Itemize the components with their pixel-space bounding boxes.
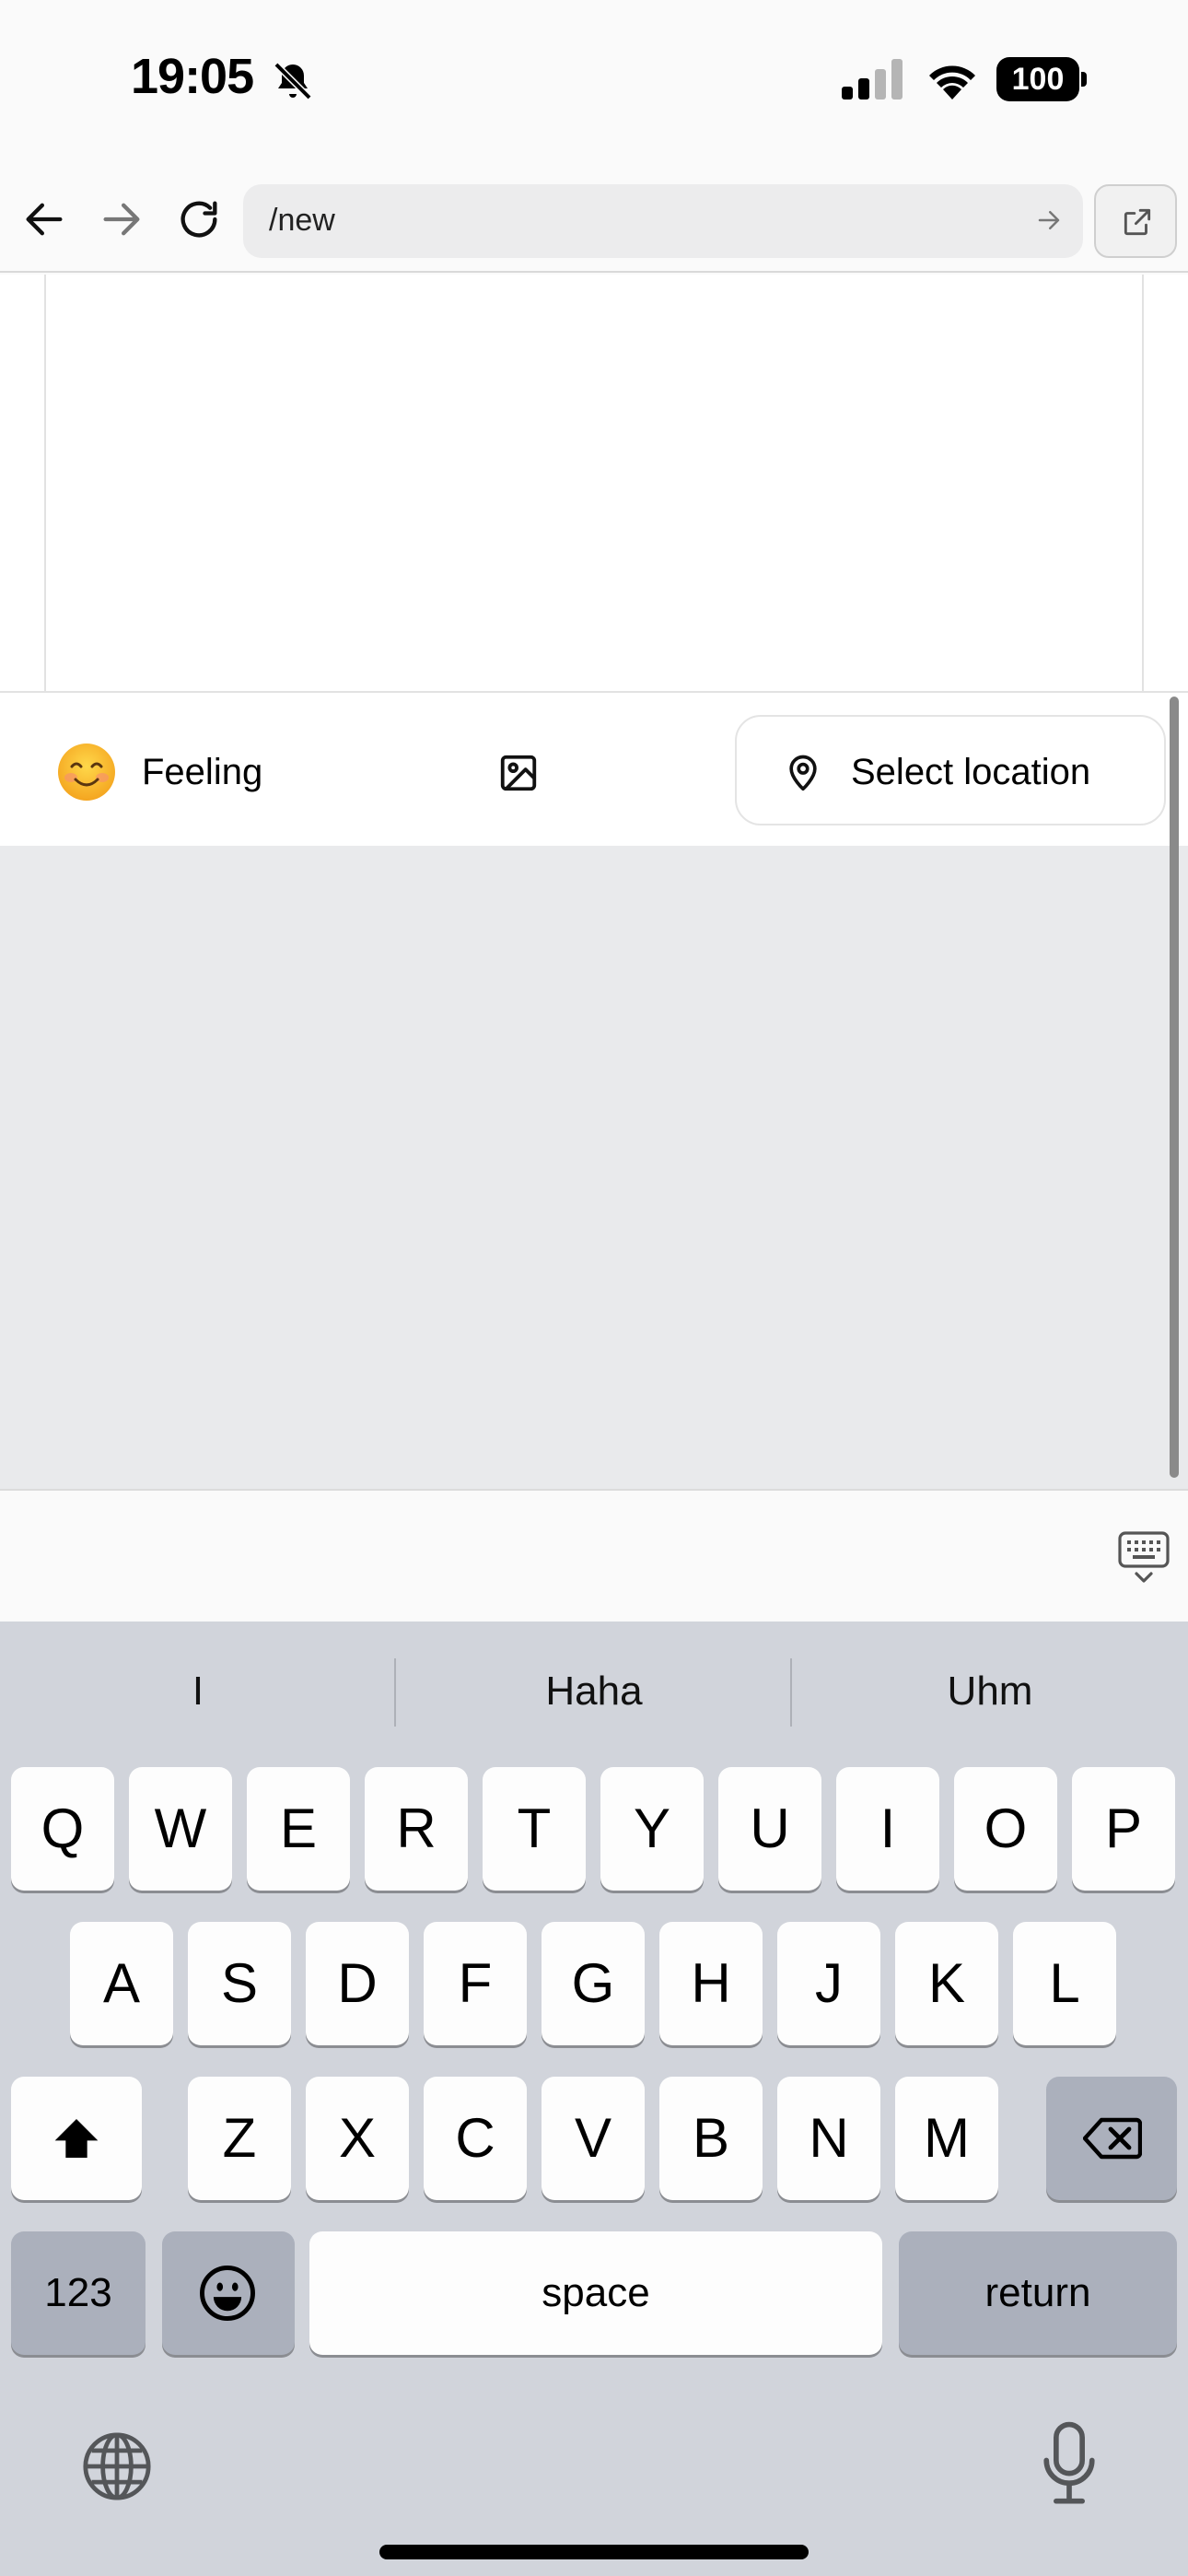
key-n[interactable]: N	[777, 2077, 880, 2200]
key-r[interactable]: R	[365, 1767, 468, 1891]
browser-toolbar: /new	[0, 175, 1188, 273]
key-c[interactable]: C	[424, 2077, 527, 2200]
keyboard-dismiss-icon[interactable]	[1118, 1531, 1170, 1585]
suggestion-3[interactable]: Uhm	[792, 1658, 1188, 1725]
wifi-icon	[929, 65, 975, 100]
status-time: 19:05	[131, 49, 254, 104]
key-v[interactable]: V	[542, 2077, 645, 2200]
key-g[interactable]: G	[542, 1922, 645, 2045]
emoji-icon	[200, 2266, 255, 2321]
key-x[interactable]: X	[306, 2077, 409, 2200]
forward-arrow-icon[interactable]	[98, 195, 146, 243]
open-external-button[interactable]	[1094, 184, 1177, 258]
keyboard: I Haha Uhm Q W E R T Y U I O P A S D F G…	[0, 1622, 1188, 2576]
key-s[interactable]: S	[188, 1922, 291, 2045]
back-arrow-icon[interactable]	[20, 195, 68, 243]
feeling-label: Feeling	[142, 752, 263, 792]
keyboard-accessory-bar	[0, 1489, 1188, 1622]
key-b[interactable]: B	[659, 2077, 763, 2200]
bell-slash-icon	[274, 62, 312, 100]
key-h[interactable]: H	[659, 1922, 763, 2045]
cellular-signal-icon	[842, 59, 903, 100]
key-f[interactable]: F	[424, 1922, 527, 2045]
location-label: Select location	[851, 752, 1091, 792]
battery-icon: 100	[996, 57, 1087, 101]
backspace-icon	[1083, 2117, 1142, 2160]
microphone-icon[interactable]	[1039, 2421, 1100, 2506]
key-p[interactable]: P	[1072, 1767, 1175, 1891]
key-m[interactable]: M	[895, 2077, 998, 2200]
go-arrow-icon[interactable]	[1035, 206, 1063, 234]
suggestion-bar: I Haha Uhm	[0, 1622, 1188, 1760]
emoji-key[interactable]	[162, 2231, 295, 2355]
map-pin-icon	[789, 755, 817, 791]
key-z[interactable]: Z	[188, 2077, 291, 2200]
return-key[interactable]: return	[899, 2231, 1177, 2355]
suggestion-1[interactable]: I	[0, 1658, 396, 1725]
shift-icon	[54, 2119, 99, 2158]
key-a[interactable]: A	[70, 1922, 173, 2045]
smiling-face-emoji	[58, 744, 115, 801]
status-bar: 19:05 100	[0, 0, 1188, 161]
reload-icon[interactable]	[175, 195, 223, 243]
key-q[interactable]: Q	[11, 1767, 114, 1891]
home-indicator	[379, 2545, 809, 2559]
post-editor[interactable]	[0, 275, 1188, 691]
key-o[interactable]: O	[954, 1767, 1057, 1891]
url-field[interactable]: /new	[243, 184, 1083, 258]
shift-key[interactable]	[11, 2077, 142, 2200]
backspace-key[interactable]	[1046, 2077, 1177, 2200]
image-icon[interactable]	[497, 752, 540, 794]
key-y[interactable]: Y	[600, 1767, 704, 1891]
key-t[interactable]: T	[483, 1767, 586, 1891]
post-toolbar: Feeling Select location	[0, 691, 1188, 846]
select-location-button[interactable]: Select location	[735, 715, 1166, 825]
key-e[interactable]: E	[247, 1767, 350, 1891]
open-external-icon	[1124, 208, 1151, 236]
key-w[interactable]: W	[129, 1767, 232, 1891]
key-j[interactable]: J	[777, 1922, 880, 2045]
suggestion-2[interactable]: Haha	[396, 1658, 792, 1725]
battery-level: 100	[996, 57, 1079, 101]
key-d[interactable]: D	[306, 1922, 409, 2045]
content-background	[0, 846, 1188, 1489]
battery-cap	[1081, 72, 1087, 87]
key-i[interactable]: I	[836, 1767, 939, 1891]
space-key[interactable]: space	[309, 2231, 882, 2355]
key-u[interactable]: U	[718, 1767, 821, 1891]
editor-frame	[44, 275, 1144, 691]
key-k[interactable]: K	[895, 1922, 998, 2045]
scrollbar[interactable]	[1170, 697, 1179, 1478]
globe-icon[interactable]	[79, 2429, 155, 2504]
numbers-key[interactable]: 123	[11, 2231, 146, 2355]
key-l[interactable]: L	[1013, 1922, 1116, 2045]
url-text: /new	[269, 203, 335, 238]
